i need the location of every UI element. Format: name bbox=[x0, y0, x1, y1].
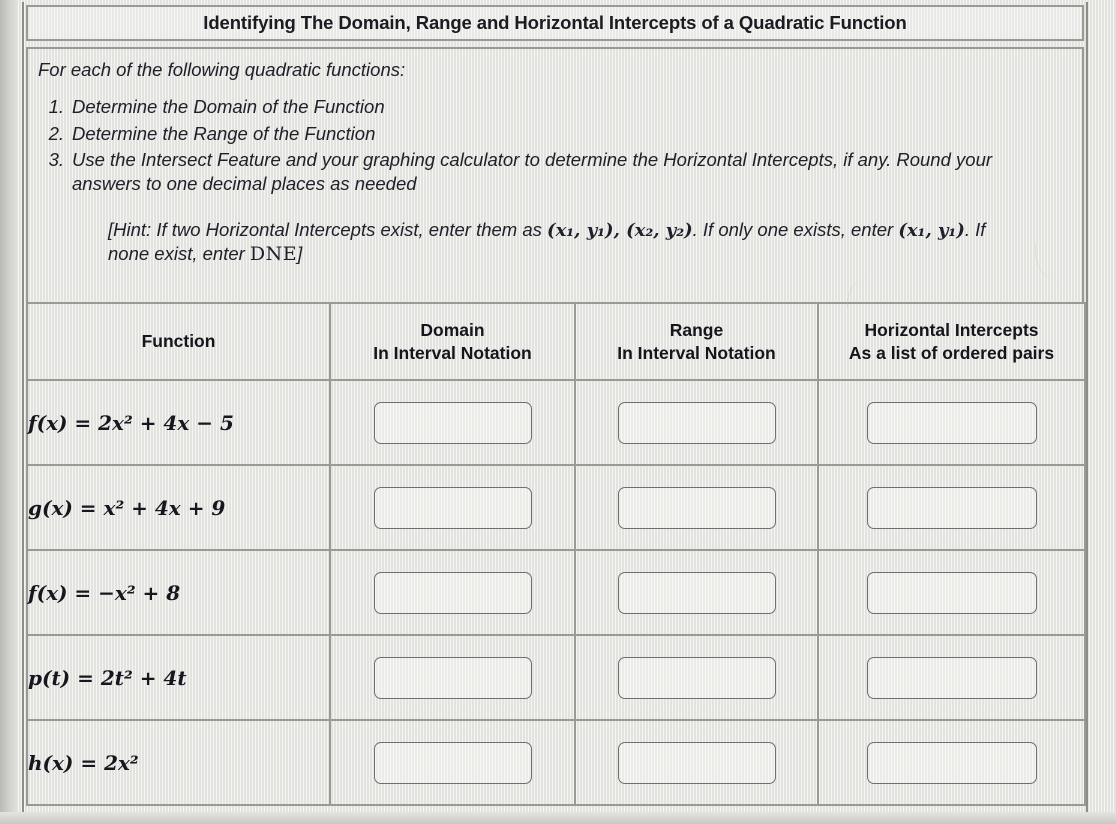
instructions-block: For each of the following quadratic func… bbox=[26, 47, 1084, 302]
table-header-row: Function Domain In Interval Notation Ran… bbox=[26, 302, 1086, 381]
intercepts-input[interactable] bbox=[866, 571, 1037, 614]
column-header-line-1: Function bbox=[141, 331, 216, 352]
instruction-text: Determine the Range of the Function bbox=[72, 122, 376, 144]
page-title: Identifying The Domain, Range and Horizo… bbox=[203, 12, 907, 33]
hint-part-1: [Hint: If two Horizontal Intercepts exis… bbox=[108, 218, 548, 240]
worksheet-page: Identifying The Domain, Range and Horizo… bbox=[0, 0, 1116, 824]
instruction-list: 1. Determine the Domain of the Function … bbox=[38, 95, 1066, 196]
photo-left-edge bbox=[0, 0, 18, 824]
instruction-number: 2. bbox=[48, 122, 64, 144]
function-expression: f(x) = −x² + 8 bbox=[26, 549, 331, 636]
table-body: f(x) = 2x² + 4x − 5 g(x) = x² + 4x + 9 f… bbox=[26, 379, 1086, 806]
column-header-line-1: Horizontal Intercepts bbox=[864, 320, 1039, 341]
function-expression: g(x) = x² + 4x + 9 bbox=[26, 464, 331, 551]
instruction-text: Determine the Domain of the Function bbox=[72, 96, 385, 117]
intercepts-cell bbox=[817, 719, 1086, 806]
table-header: Function Domain In Interval Notation Ran… bbox=[26, 302, 1086, 381]
table-row: g(x) = x² + 4x + 9 bbox=[26, 464, 1086, 551]
worksheet-title-bar: Identifying The Domain, Range and Horizo… bbox=[26, 5, 1084, 41]
domain-cell bbox=[329, 634, 576, 721]
column-header-horizontal-intercepts: Horizontal Intercepts As a list of order… bbox=[817, 302, 1086, 381]
range-input[interactable] bbox=[617, 401, 776, 444]
range-input[interactable] bbox=[617, 571, 776, 614]
domain-cell bbox=[329, 549, 576, 636]
instruction-text: Use the Intersect Feature and your graph… bbox=[72, 149, 993, 195]
column-header-range: Range In Interval Notation bbox=[574, 302, 819, 381]
column-header-domain: Domain In Interval Notation bbox=[329, 302, 576, 381]
table-row: f(x) = −x² + 8 bbox=[26, 549, 1086, 636]
table-row: p(t) = 2t² + 4t bbox=[26, 634, 1086, 721]
intercepts-cell bbox=[817, 634, 1086, 721]
intercepts-cell bbox=[817, 379, 1086, 466]
domain-input[interactable] bbox=[373, 486, 532, 529]
instruction-item: 3. Use the Intersect Feature and your gr… bbox=[38, 148, 1066, 195]
function-expression: f(x) = 2x² + 4x − 5 bbox=[26, 379, 331, 466]
domain-input[interactable] bbox=[373, 656, 532, 699]
column-header-line-2: As a list of ordered pairs bbox=[848, 342, 1055, 363]
table-row: h(x) = 2x² bbox=[26, 719, 1086, 806]
domain-cell bbox=[329, 464, 576, 551]
column-header-function: Function bbox=[26, 302, 331, 381]
domain-cell bbox=[329, 379, 576, 466]
column-header-line-1: Range bbox=[669, 320, 724, 341]
range-cell bbox=[574, 634, 819, 721]
photo-bottom-edge bbox=[0, 812, 1116, 824]
hint-part-4: ] bbox=[297, 243, 303, 265]
function-expression: h(x) = 2x² bbox=[26, 719, 331, 806]
domain-input[interactable] bbox=[373, 741, 532, 784]
intercepts-input[interactable] bbox=[866, 741, 1037, 784]
range-cell bbox=[574, 379, 819, 466]
instruction-number: 1. bbox=[48, 96, 64, 117]
instructions-intro: For each of the following quadratic func… bbox=[38, 59, 406, 80]
intercepts-cell bbox=[817, 549, 1086, 636]
domain-input[interactable] bbox=[373, 571, 532, 614]
domain-input[interactable] bbox=[373, 401, 532, 444]
domain-cell bbox=[329, 719, 576, 806]
hint-dne-token: DNE bbox=[249, 243, 298, 266]
function-expression: p(t) = 2t² + 4t bbox=[26, 634, 331, 721]
range-cell bbox=[574, 549, 819, 636]
instruction-item: 1. Determine the Domain of the Function bbox=[38, 95, 1066, 119]
instruction-number: 3. bbox=[48, 149, 64, 171]
intercepts-input[interactable] bbox=[866, 486, 1037, 529]
instruction-item: 2. Determine the Range of the Function bbox=[38, 122, 1066, 146]
intercepts-input[interactable] bbox=[866, 656, 1037, 699]
range-input[interactable] bbox=[617, 656, 776, 699]
hint-part-2: . If only one exists, enter bbox=[692, 218, 899, 240]
intercepts-input[interactable] bbox=[866, 401, 1037, 444]
range-input[interactable] bbox=[617, 741, 776, 784]
table-row: f(x) = 2x² + 4x − 5 bbox=[26, 379, 1086, 466]
hint-text: [Hint: If two Horizontal Intercepts exis… bbox=[108, 218, 1066, 268]
hint-pair-one-intercept: (x₁, y₁) bbox=[898, 219, 965, 241]
intercepts-cell bbox=[817, 464, 1086, 551]
column-header-line-2: In Interval Notation bbox=[617, 342, 776, 363]
column-header-line-2: In Interval Notation bbox=[373, 342, 532, 363]
range-cell bbox=[574, 464, 819, 551]
hint-pair-two-intercepts: (x₁, y₁), (x₂, y₂) bbox=[547, 219, 693, 241]
range-input[interactable] bbox=[617, 486, 776, 529]
range-cell bbox=[574, 719, 819, 806]
answers-table: Function Domain In Interval Notation Ran… bbox=[26, 302, 1086, 806]
column-header-line-1: Domain bbox=[420, 320, 485, 341]
